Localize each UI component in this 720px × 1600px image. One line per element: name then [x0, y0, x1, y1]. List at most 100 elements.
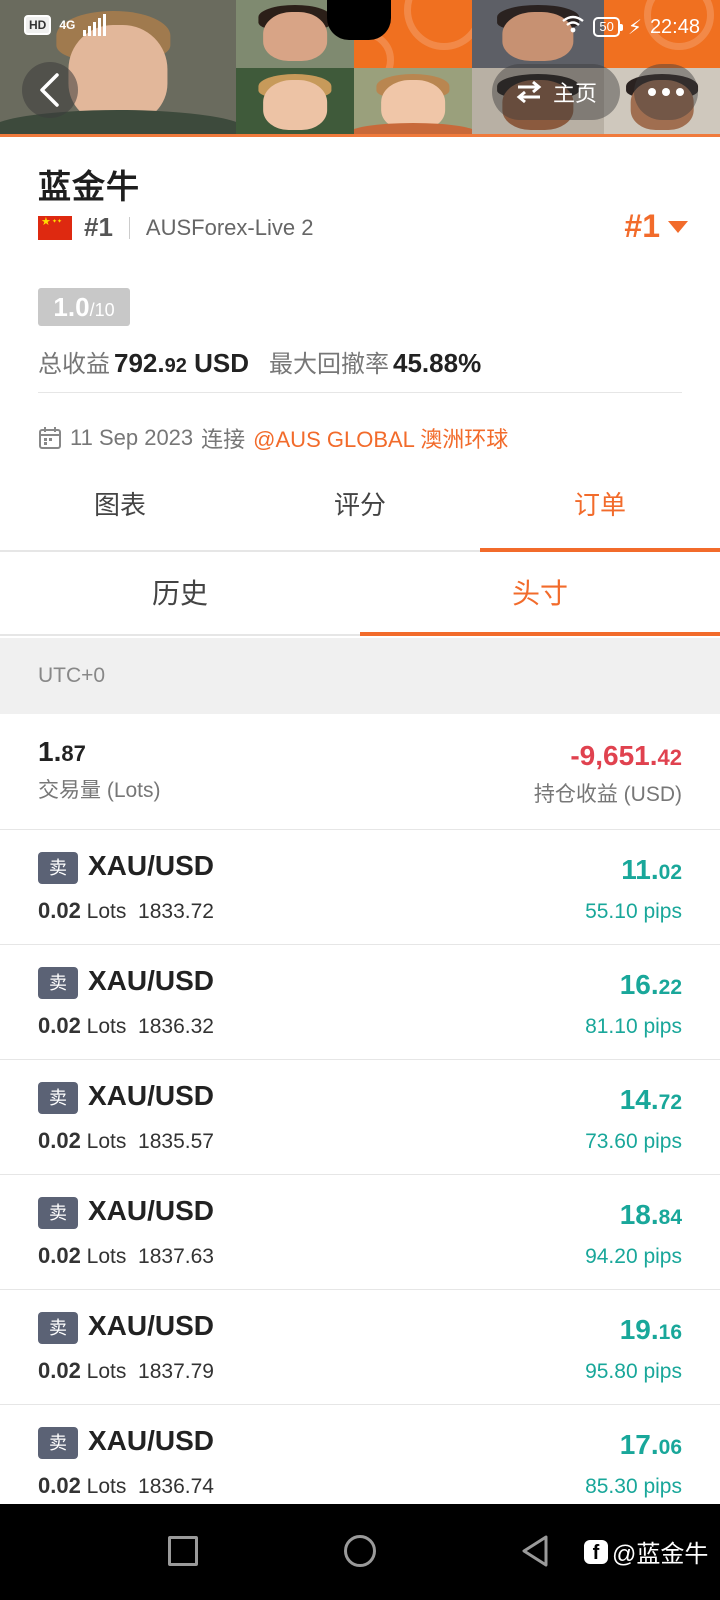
list-item[interactable]: 卖 XAU/USD 0.02 Lots 1837.79 19.16 95.80 …: [0, 1290, 720, 1405]
total-profit-label: 总收益: [38, 351, 110, 378]
symbol: XAU/USD: [88, 1080, 215, 1111]
score-value: 1.0: [53, 292, 90, 322]
clock: 22:48: [649, 15, 700, 38]
signal-icon: [83, 14, 107, 36]
home-nav-button[interactable]: [344, 1535, 376, 1567]
max-drawdown-label: 最大回撤率: [269, 351, 389, 378]
order-detail: 0.02 Lots 1836.74: [38, 1473, 214, 1498]
order-profit: 16.22: [619, 969, 682, 1000]
total-profit-value: 792.92 USD: [114, 348, 249, 378]
chevron-left-icon: [40, 73, 59, 107]
symbol: XAU/USD: [88, 965, 215, 996]
rank-dropdown[interactable]: #1: [624, 208, 688, 245]
caret-down-icon: [668, 220, 688, 233]
camera-cutout: [327, 0, 391, 40]
timezone-label: UTC+0: [0, 638, 720, 714]
sell-badge: 卖: [38, 1197, 78, 1229]
system-nav-bar: f @蓝金牛: [0, 1504, 720, 1600]
home-button[interactable]: 主页: [492, 64, 620, 120]
rank-row: #1 AUSForex-Live 2 #1: [38, 208, 688, 244]
list-item[interactable]: 卖 XAU/USD 0.02 Lots 1833.72 11.02 55.10 …: [0, 830, 720, 945]
symbol: XAU/USD: [88, 850, 215, 881]
score-total: /10: [89, 300, 115, 320]
order-profit: 11.02: [621, 854, 682, 885]
main-tabs: 图表 评分 订单: [0, 470, 720, 552]
performance-stats: 总收益 792.92 USD 最大回撤率 45.88%: [38, 344, 481, 379]
rank-dropdown-label: #1: [624, 208, 660, 244]
tab-chart[interactable]: 图表: [0, 470, 240, 550]
order-detail: 0.02 Lots 1833.72: [38, 898, 214, 923]
order-detail: 0.02 Lots 1836.32: [38, 1013, 214, 1038]
symbol: XAU/USD: [88, 1195, 215, 1226]
divider: [38, 392, 682, 393]
network-type: 4G: [59, 18, 76, 32]
app-screen: HD 4G 50 ⚡ 22:48 主页 蓝金牛 ★ ✦✦ #1 AUSForex…: [0, 0, 720, 1600]
max-drawdown-value: 45.88%: [393, 348, 482, 378]
trader-name: 蓝金牛: [38, 168, 140, 205]
header-banner: HD 4G 50 ⚡ 22:48 主页: [0, 0, 720, 137]
order-detail: 0.02 Lots 1835.57: [38, 1128, 214, 1153]
tab-history[interactable]: 历史: [0, 552, 360, 634]
connection-info: 11 Sep 2023 连接 @AUS GLOBAL 澳洲环球: [38, 422, 508, 454]
sell-badge: 卖: [38, 852, 78, 884]
facebook-icon: f: [584, 1539, 608, 1564]
order-detail: 0.02 Lots 1837.63: [38, 1243, 214, 1268]
wifi-icon: [561, 14, 585, 40]
volume-value: 1.87: [38, 736, 86, 767]
sell-badge: 卖: [38, 1312, 78, 1344]
connect-label: 连接: [201, 427, 246, 452]
tab-rating[interactable]: 评分: [240, 470, 480, 550]
order-pips: 85.30 pips: [585, 1475, 682, 1498]
watermark-text: @蓝金牛: [612, 1541, 709, 1568]
positions-summary: 1.87 交易量 (Lots) -9,651.42 持仓收益 (USD): [0, 714, 720, 830]
list-item[interactable]: 卖 XAU/USD 0.02 Lots 1836.32 16.22 81.10 …: [0, 945, 720, 1060]
order-detail: 0.02 Lots 1837.79: [38, 1358, 214, 1383]
divider: [128, 216, 130, 239]
server-name: AUSForex-Live 2: [145, 214, 314, 240]
order-profit: 18.84: [619, 1199, 682, 1230]
sell-badge: 卖: [38, 967, 78, 999]
status-bar: HD 4G 50 ⚡ 22:48: [0, 0, 720, 52]
back-nav-button[interactable]: [520, 1534, 550, 1568]
order-pips: 73.60 pips: [585, 1130, 682, 1153]
battery-icon: 50: [593, 17, 624, 37]
watermark: f @蓝金牛: [584, 1534, 708, 1569]
charging-icon: ⚡: [627, 16, 642, 39]
banner-photo: [236, 68, 354, 137]
broker-link[interactable]: @AUS GLOBAL 澳洲环球: [253, 422, 508, 454]
floating-pl-value: -9,651.42: [570, 740, 682, 771]
recents-button[interactable]: [168, 1536, 198, 1566]
back-button[interactable]: [22, 62, 78, 118]
home-label: 主页: [552, 81, 597, 106]
order-profit: 17.06: [619, 1429, 682, 1460]
order-subtabs: 历史 头寸: [0, 552, 720, 636]
sell-badge: 卖: [38, 1427, 78, 1459]
swap-icon: [516, 80, 542, 104]
china-flag-icon: [38, 215, 72, 240]
positions-list: 卖 XAU/USD 0.02 Lots 1833.72 11.02 55.10 …: [0, 830, 720, 1520]
order-pips: 94.20 pips: [585, 1245, 682, 1268]
floating-pl-label: 持仓收益 (USD): [533, 783, 682, 806]
trader-profile: 蓝金牛 #1 AUSForex-Live 2 #1: [38, 160, 688, 244]
sell-badge: 卖: [38, 1082, 78, 1114]
order-pips: 81.10 pips: [585, 1015, 682, 1038]
hd-indicator: HD: [24, 15, 52, 35]
symbol: XAU/USD: [88, 1310, 215, 1341]
symbol: XAU/USD: [88, 1425, 215, 1456]
list-item[interactable]: 卖 XAU/USD 0.02 Lots 1837.63 18.84 94.20 …: [0, 1175, 720, 1290]
connect-date: 11 Sep 2023: [70, 425, 194, 450]
tab-orders[interactable]: 订单: [480, 470, 720, 552]
rank-badge: #1: [84, 212, 113, 242]
score-badge: 1.0 /10: [38, 288, 130, 326]
banner-photo: [354, 68, 472, 137]
order-pips: 95.80 pips: [585, 1360, 682, 1383]
list-item[interactable]: 卖 XAU/USD 0.02 Lots 1835.57 14.72 73.60 …: [0, 1060, 720, 1175]
order-profit: 19.16: [619, 1314, 682, 1345]
more-options-button[interactable]: [634, 64, 698, 120]
banner-accent-line: [0, 134, 720, 137]
calendar-icon: [39, 427, 61, 449]
volume-label: 交易量 (Lots): [38, 779, 161, 802]
order-profit: 14.72: [619, 1084, 682, 1115]
list-item[interactable]: 卖 XAU/USD 0.02 Lots 1836.74 17.06 85.30 …: [0, 1405, 720, 1520]
tab-positions[interactable]: 头寸: [360, 552, 720, 636]
